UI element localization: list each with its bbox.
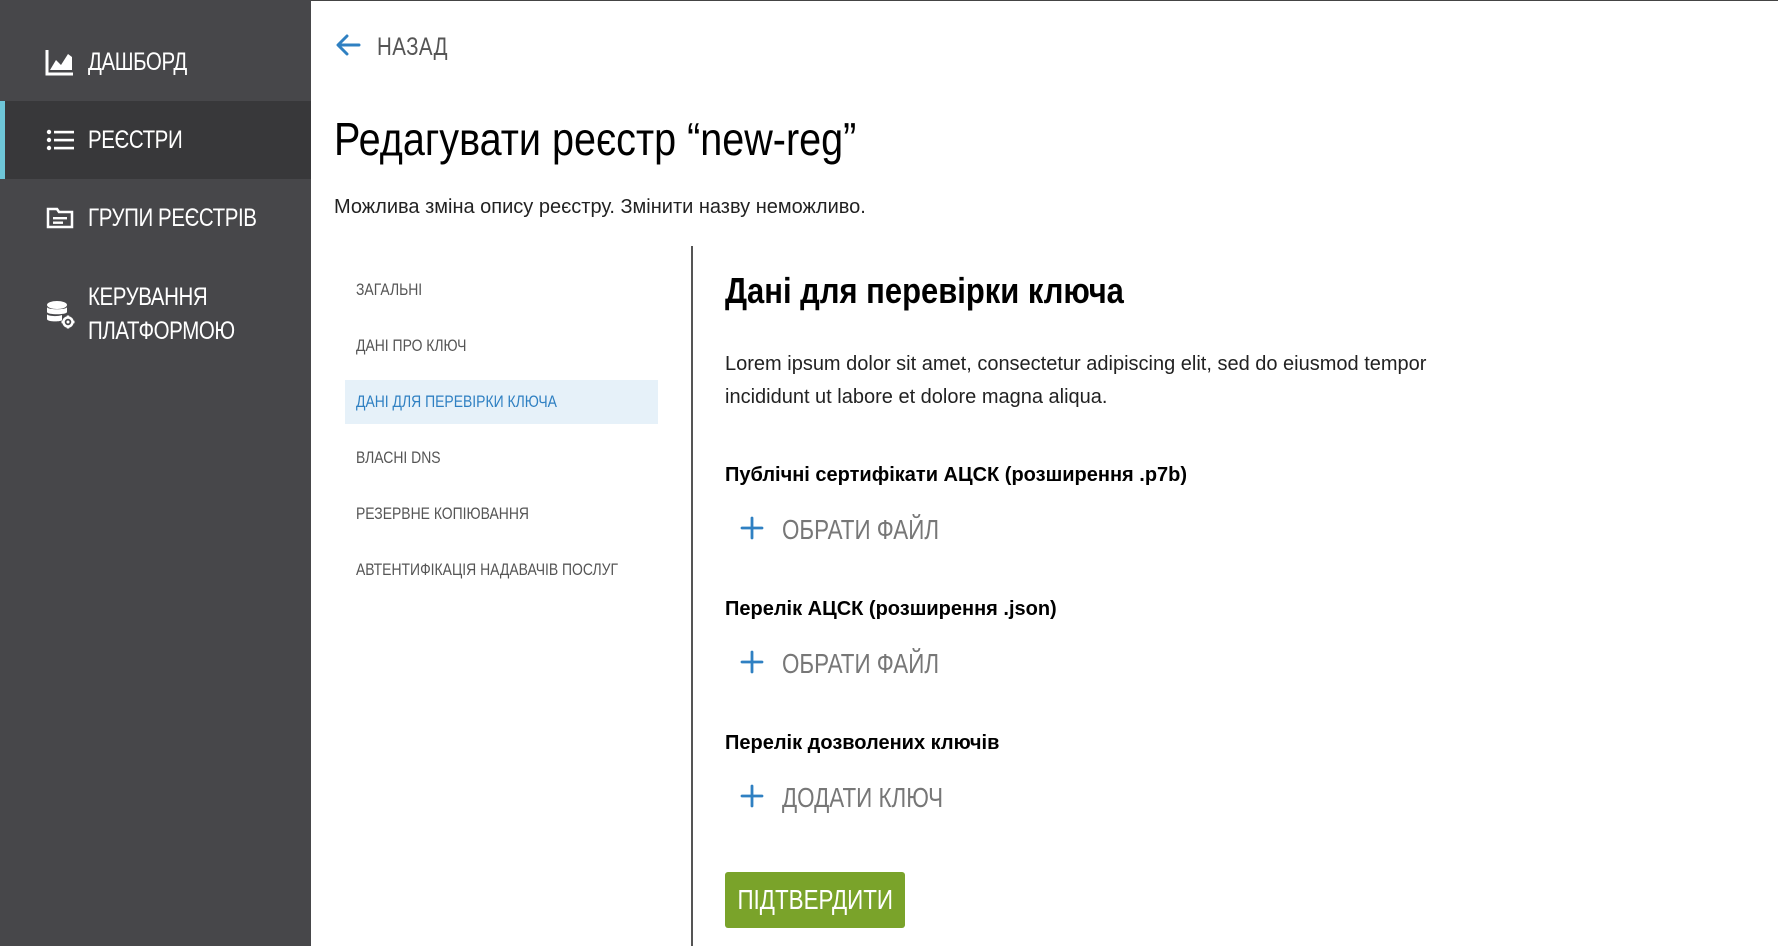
sidebar-item-registries[interactable]: РЕЄСТРИ: [0, 101, 311, 179]
page-title: Редагувати реєстр “new-reg”: [334, 113, 857, 165]
section-nav-item-key-data[interactable]: ДАНІ ПРО КЛЮЧ: [345, 324, 658, 368]
sidebar-item-label: РЕЄСТРИ: [88, 126, 183, 154]
arrow-left-icon: [335, 34, 361, 61]
folder-icon: [45, 203, 75, 233]
plus-icon: [740, 650, 764, 679]
plus-icon: [740, 516, 764, 545]
section-description: Lorem ipsum dolor sit amet, consectetur …: [725, 353, 1427, 408]
section-nav-item-provider-auth[interactable]: АВТЕНТИФІКАЦІЯ НАДАВАЧІВ ПОСЛУГ: [345, 548, 658, 592]
section-nav-label: РЕЗЕРВНЕ КОПІЮВАННЯ: [356, 504, 529, 523]
confirm-button[interactable]: ПІДТВЕРДИТИ: [725, 872, 905, 928]
sidebar-item-platform-management[interactable]: КЕРУВАННЯ ПЛАТФОРМОЮ: [0, 270, 311, 358]
back-label: НАЗАД: [377, 33, 448, 61]
sidebar-item-dashboard[interactable]: ДАШБОРД: [0, 23, 311, 101]
section-nav-item-dns[interactable]: ВЛАСНІ DNS: [345, 436, 658, 480]
section-nav-label: АВТЕНТИФІКАЦІЯ НАДАВАЧІВ ПОСЛУГ: [356, 560, 619, 579]
section-nav-item-backup[interactable]: РЕЗЕРВНЕ КОПІЮВАННЯ: [345, 492, 658, 536]
field-label-allowed-keys: Перелік дозволених ключів: [725, 732, 1000, 754]
sidebar-item-registry-groups[interactable]: ГРУПИ РЕЄСТРІВ: [0, 179, 311, 257]
sidebar-item-label: ГРУПИ РЕЄСТРІВ: [88, 204, 257, 232]
section-nav-label: ЗАГАЛЬНІ: [356, 280, 423, 299]
database-gear-icon: [45, 299, 75, 329]
sidebar-item-label-line2: ПЛАТФОРМОЮ: [88, 317, 235, 345]
section-nav-label: ДАНІ ПРО КЛЮЧ: [356, 336, 467, 355]
sidebar: ДАШБОРД РЕЄСТРИ ГРУПИ РЕЄСТРІВ КЕРУВАННЯ…: [0, 0, 311, 946]
back-link[interactable]: НАЗАД: [335, 33, 463, 62]
section-nav-label: ВЛАСНІ DNS: [356, 448, 441, 467]
choose-file-button-ca-list[interactable]: ОБРАТИ ФАЙЛ: [740, 648, 978, 680]
plus-icon: [740, 784, 764, 813]
chart-icon: [45, 47, 75, 77]
sidebar-item-label-line1: КЕРУВАННЯ: [88, 283, 208, 311]
choose-file-button-certificates[interactable]: ОБРАТИ ФАЙЛ: [740, 514, 978, 546]
section-nav-item-key-verification[interactable]: ДАНІ ДЛЯ ПЕРЕВІРКИ КЛЮЧА: [345, 380, 658, 424]
vertical-divider: [691, 246, 693, 946]
list-icon: [45, 125, 75, 155]
field-label-ca-list: Перелік АЦСК (розширення .json): [725, 598, 1057, 620]
page-subtitle: Можлива зміна опису реєстру. Змінити наз…: [334, 196, 866, 218]
sidebar-item-label: ДАШБОРД: [88, 48, 187, 76]
section-title: Дані для перевірки ключа: [725, 270, 1124, 311]
choose-file-label: ОБРАТИ ФАЙЛ: [782, 648, 940, 679]
field-label-certificates: Публічні сертифікати АЦСК (розширення .p…: [725, 464, 1188, 486]
choose-file-label: ОБРАТИ ФАЙЛ: [782, 514, 940, 545]
confirm-button-label: ПІДТВЕРДИТИ: [737, 884, 893, 915]
add-key-label: ДОДАТИ КЛЮЧ: [782, 782, 944, 813]
add-key-button[interactable]: ДОДАТИ КЛЮЧ: [740, 782, 983, 814]
section-nav-label: ДАНІ ДЛЯ ПЕРЕВІРКИ КЛЮЧА: [356, 392, 557, 411]
section-nav-item-general[interactable]: ЗАГАЛЬНІ: [345, 268, 658, 312]
